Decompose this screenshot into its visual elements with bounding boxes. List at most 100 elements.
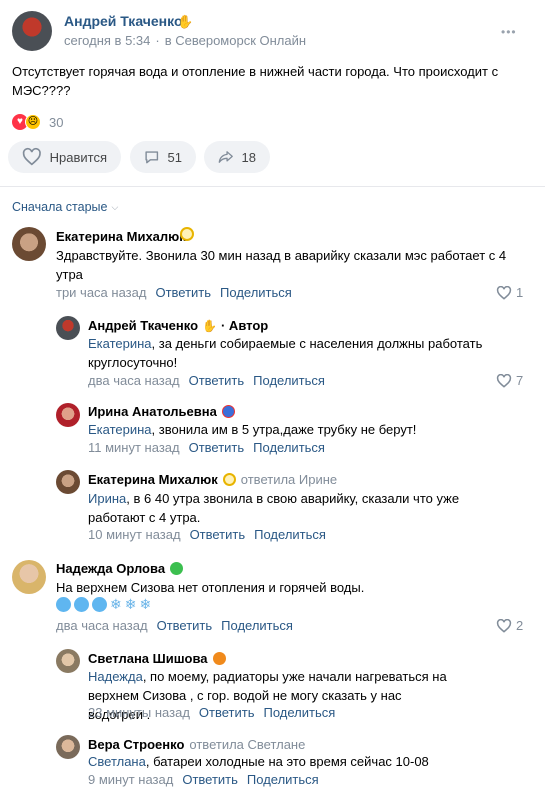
- comment-actions: два часа назад Ответить Поделиться: [88, 373, 325, 388]
- share-comment-button[interactable]: Поделиться: [247, 772, 319, 787]
- comment-avatar[interactable]: [56, 649, 80, 673]
- heart-outline-icon: [496, 285, 512, 300]
- comment-avatar[interactable]: [56, 316, 80, 340]
- reply-button[interactable]: Ответить: [182, 772, 238, 787]
- reply-addressee[interactable]: Екатерина: [88, 422, 152, 437]
- reactions-count: 30: [49, 114, 64, 130]
- post-more-icon[interactable]: •••: [501, 25, 517, 39]
- comment-text-block: Екатерина, звонила им в 5 утра,даже труб…: [88, 420, 508, 439]
- reply-button[interactable]: Ответить: [189, 440, 245, 455]
- author-status-emoji-icon: ✋: [177, 14, 194, 29]
- comment-author[interactable]: Вера Строенко: [88, 737, 184, 752]
- comment-time[interactable]: 11 минут назад: [88, 440, 180, 455]
- post-author-name[interactable]: Андрей Ткаченко: [64, 13, 183, 29]
- reply-button[interactable]: Ответить: [155, 285, 211, 300]
- comment-time[interactable]: два часа назад: [88, 373, 180, 388]
- shares-count: 18: [241, 149, 256, 165]
- comment-avatar[interactable]: [12, 227, 46, 261]
- replied-to[interactable]: ответила Светлане: [189, 737, 305, 752]
- badge-icon: [222, 473, 236, 486]
- share-arrow-icon: [218, 151, 233, 163]
- reply-addressee[interactable]: Надежда: [88, 669, 143, 684]
- share-comment-button[interactable]: Поделиться: [253, 373, 325, 388]
- comment-like-count: 1: [516, 285, 524, 300]
- badge-icon: [180, 227, 194, 241]
- comment-header: Андрей Ткаченко ✋ · Автор: [88, 318, 268, 333]
- reply-button[interactable]: Ответить: [157, 618, 213, 633]
- comment-text: , звонила им в 5 утра,даже трубку не бер…: [151, 422, 417, 437]
- mask-badge-icon: [221, 405, 235, 418]
- snowflake-icon: ❄: [124, 596, 137, 612]
- comment-actions: два часа назад Ответить Поделиться: [56, 618, 293, 633]
- share-comment-button[interactable]: Поделиться: [253, 440, 325, 455]
- comment-avatar[interactable]: [56, 735, 80, 759]
- reply-button[interactable]: Ответить: [190, 527, 246, 542]
- comment-time[interactable]: 23 минуты назад: [88, 705, 190, 720]
- share-comment-button[interactable]: Поделиться: [263, 705, 335, 720]
- cat-badge-icon: [170, 562, 184, 575]
- share-comment-button[interactable]: Поделиться: [221, 618, 293, 633]
- author-badge: · Автор: [220, 318, 269, 333]
- comments-button[interactable]: 51: [130, 141, 196, 173]
- sad-reaction-icon: ☹: [25, 114, 41, 130]
- comment-text: На верхнем Сизова нет отопления и горяче…: [56, 580, 365, 595]
- reply-button[interactable]: Ответить: [199, 705, 255, 720]
- comment-author[interactable]: Светлана Шишова: [88, 651, 208, 666]
- comment-text: Здравствуйте. Звонила 30 мин назад в ава…: [56, 248, 507, 282]
- comment-avatar[interactable]: [12, 560, 46, 594]
- comment-emoji-row: ❄ ❄ ❄: [56, 597, 151, 612]
- comments-sort-dropdown[interactable]: Сначала старые ⌵: [12, 200, 118, 214]
- replied-to[interactable]: ответила Ирине: [241, 472, 337, 487]
- comment-text-block: Ирина, в 6 40 утра звонила в свою аварий…: [88, 489, 488, 527]
- comment-actions: 10 минут назад Ответить Поделиться: [88, 527, 326, 542]
- like-button[interactable]: Нравится: [8, 141, 121, 173]
- comment-time[interactable]: 10 минут назад: [88, 527, 181, 542]
- comment-like-button[interactable]: 2: [496, 618, 523, 633]
- comment-actions: 23 минуты назад Ответить Поделиться: [88, 705, 335, 720]
- comment-author[interactable]: Надежда Орлова: [56, 561, 165, 576]
- chevron-down-icon: ⌵: [111, 201, 119, 212]
- comment-author[interactable]: Екатерина Михалюк: [56, 229, 186, 244]
- share-comment-button[interactable]: Поделиться: [220, 285, 292, 300]
- heart-outline-icon: [496, 618, 512, 633]
- comment-text: , батареи холодные на это время сейчас 1…: [145, 754, 429, 769]
- share-button[interactable]: 18: [204, 141, 270, 173]
- comment-author[interactable]: Андрей Ткаченко: [88, 318, 198, 333]
- cold-face-icon: [56, 597, 71, 612]
- reply-addressee[interactable]: Ирина: [88, 491, 126, 506]
- comment-like-button[interactable]: 1: [496, 285, 523, 300]
- post-author-avatar[interactable]: [12, 11, 52, 51]
- comments-count: 51: [167, 149, 182, 165]
- comment-text: , в 6 40 утра звонила в свою аварийку, с…: [88, 491, 460, 525]
- comment-like-button[interactable]: 7: [496, 373, 523, 388]
- comment-time[interactable]: три часа назад: [56, 285, 146, 300]
- cold-face-icon: [74, 597, 89, 612]
- comment-time[interactable]: два часа назад: [56, 618, 148, 633]
- post-meta: сегодня в 5:34 · в Североморск Онлайн: [64, 33, 306, 48]
- reactions-summary[interactable]: ♥ ☹ 30: [12, 114, 63, 130]
- post-time[interactable]: сегодня в 5:34: [64, 33, 150, 48]
- share-comment-button[interactable]: Поделиться: [254, 527, 326, 542]
- reply-button[interactable]: Ответить: [189, 373, 245, 388]
- comment-avatar[interactable]: [56, 470, 80, 494]
- comment-time[interactable]: 9 минут назад: [88, 772, 173, 787]
- comment-author[interactable]: Ирина Анатольевна: [88, 404, 217, 419]
- comment-actions: 9 минут назад Ответить Поделиться: [88, 772, 319, 787]
- comment-like-count: 2: [516, 618, 524, 633]
- comment-header: Надежда Орлова: [56, 561, 184, 576]
- reply-addressee[interactable]: Екатерина: [88, 336, 152, 351]
- like-button-label: Нравится: [49, 149, 107, 165]
- comment-author[interactable]: Екатерина Михалюк: [88, 472, 218, 487]
- post-community[interactable]: в Североморск Онлайн: [165, 33, 306, 48]
- comment-avatar[interactable]: [56, 403, 80, 427]
- post-text: Отсутствует горячая вода и отопление в н…: [12, 64, 499, 98]
- snowflake-icon: ❄: [110, 596, 122, 612]
- post-meta-separator: ·: [155, 33, 160, 48]
- comment-text-block: Екатерина, за деньги собираемые с населе…: [88, 334, 508, 372]
- comment-like-count: 7: [516, 373, 524, 388]
- comment-header: Ирина Анатольевна: [88, 404, 235, 419]
- reply-addressee[interactable]: Светлана: [88, 754, 146, 769]
- comment-text-block: Светлана, батареи холодные на это время …: [88, 752, 508, 771]
- comment-header: Екатерина Михалюк ответила Ирине: [88, 472, 337, 487]
- comment-header: Светлана Шишова: [88, 651, 226, 666]
